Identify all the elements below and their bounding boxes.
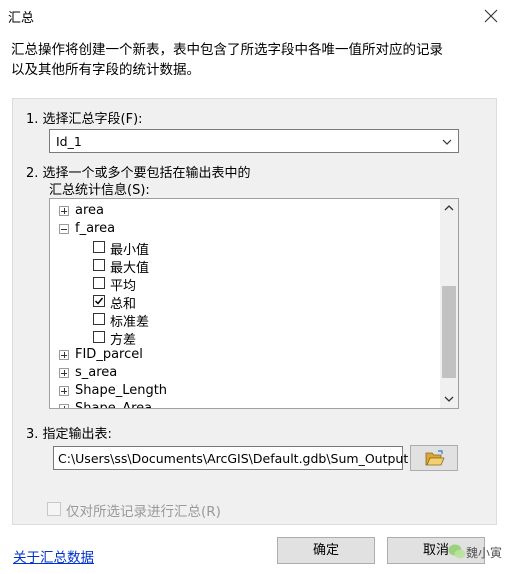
summary-field-dropdown[interactable]: Id_1: [49, 129, 459, 153]
about-summary-link[interactable]: 关于汇总数据: [13, 546, 94, 566]
ok-button[interactable]: 确定: [277, 537, 375, 564]
tree-node-label: FID_parcel: [75, 347, 143, 362]
scroll-up-button[interactable]: [440, 199, 458, 217]
tree-node[interactable]: s_area: [50, 364, 438, 382]
description-line-2: 以及其他所有字段的统计数据。: [11, 62, 200, 78]
tree-node-label: s_area: [75, 365, 118, 380]
step2-label-line2: 汇总统计信息(S):: [49, 183, 150, 198]
statistic-checkbox[interactable]: [93, 259, 105, 271]
tree-leaf[interactable]: 方差: [50, 328, 438, 348]
tree-leaf[interactable]: 最小值: [50, 238, 438, 258]
statistic-checkbox[interactable]: [93, 331, 105, 343]
tree-leaf[interactable]: 最大值: [50, 256, 438, 276]
step3-label: 3. 指定输出表:: [26, 427, 112, 442]
expand-icon[interactable]: [59, 350, 69, 360]
tree-node-label: area: [75, 203, 104, 218]
tree-scrollbar[interactable]: [440, 199, 458, 408]
close-icon: [484, 9, 498, 23]
expand-icon[interactable]: [59, 206, 69, 216]
window-title: 汇总: [8, 11, 35, 26]
statistic-checkbox[interactable]: [93, 295, 105, 307]
watermark-text: 魏小寅: [466, 546, 503, 560]
statistic-checkbox[interactable]: [93, 241, 105, 253]
scroll-thumb[interactable]: [442, 286, 456, 378]
chevron-down-icon: [442, 139, 452, 145]
tree-leaf[interactable]: 总和: [50, 292, 438, 312]
checkmark-icon: [94, 297, 104, 305]
selected-records-checkbox[interactable]: [47, 502, 61, 516]
step1-label: 1. 选择汇总字段(F):: [26, 112, 143, 127]
tree-node[interactable]: FID_parcel: [50, 346, 438, 364]
tree-node[interactable]: Shape_Area: [50, 400, 438, 409]
wechat-icon: [448, 544, 466, 559]
summary-field-value: Id_1: [56, 134, 82, 149]
statistic-checkbox[interactable]: [93, 313, 105, 325]
statistics-tree[interactable]: area f_area 最小值 最大值 平均 总和 标准差 方差 FID_parcel s_are…: [49, 198, 459, 409]
tree-node-label: f_area: [75, 221, 116, 236]
tree-node[interactable]: area: [50, 202, 438, 220]
tree-node-label: Shape_Area: [75, 401, 153, 409]
scroll-down-icon: [444, 396, 454, 402]
description-line-1: 汇总操作将创建一个新表，表中包含了所选字段中各唯一值所对应的记录: [11, 42, 443, 58]
tree-leaf[interactable]: 标准差: [50, 310, 438, 330]
expand-icon[interactable]: [59, 404, 69, 408]
main-panel: 1. 选择汇总字段(F): Id_1 2. 选择一个或多个要包括在输出表中的 汇…: [12, 98, 497, 525]
watermark: 魏小寅: [448, 537, 508, 567]
expand-icon[interactable]: [59, 386, 69, 396]
description: 汇总操作将创建一个新表，表中包含了所选字段中各唯一值所对应的记录 以及其他所有字…: [11, 40, 505, 80]
selected-records-label: 仅对所选记录进行汇总(R): [66, 504, 221, 520]
tree-node-label: Shape_Length: [75, 383, 168, 398]
title-bar: 汇总: [0, 0, 513, 32]
scroll-down-button[interactable]: [440, 390, 458, 408]
statistic-checkbox[interactable]: [93, 277, 105, 289]
tree-node[interactable]: f_area: [50, 220, 438, 238]
browse-button[interactable]: [410, 445, 458, 471]
open-folder-icon: [425, 450, 445, 466]
tree-leaf[interactable]: 平均: [50, 274, 438, 294]
expand-icon[interactable]: [59, 368, 69, 378]
output-table-path: C:\Users\ss\Documents\ArcGIS\Default.gdb…: [58, 451, 409, 466]
scroll-up-icon: [444, 205, 454, 211]
output-table-input[interactable]: C:\Users\ss\Documents\ArcGIS\Default.gdb…: [53, 446, 408, 470]
collapse-icon[interactable]: [59, 224, 69, 234]
tree-node[interactable]: Shape_Length: [50, 382, 438, 400]
close-button[interactable]: [481, 6, 501, 26]
